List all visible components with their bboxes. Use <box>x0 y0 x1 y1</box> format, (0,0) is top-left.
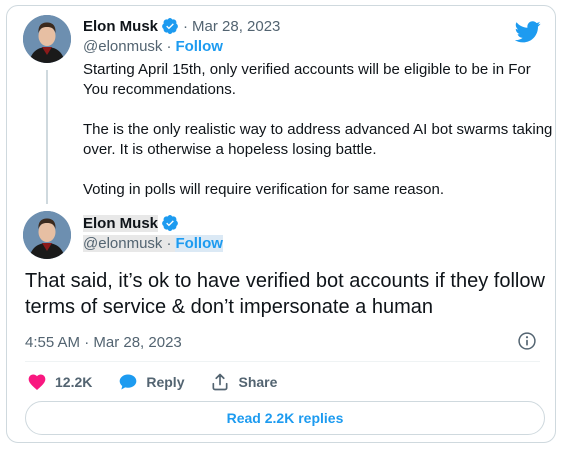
author-name[interactable]: Elon Musk <box>83 18 158 35</box>
author-handle[interactable]: @elonmusk <box>83 235 163 252</box>
quoted-date[interactable]: Mar 28, 2023 <box>192 18 280 35</box>
avatar-image <box>23 211 71 259</box>
main-handle-row: @elonmusk · Follow <box>83 235 223 252</box>
quoted-handle-row: @elonmusk · Follow <box>83 38 223 55</box>
quoted-author-row: Elon Musk · Mar 28, 2023 <box>83 17 280 35</box>
like-count: 12.2K <box>55 374 93 390</box>
avatar[interactable] <box>23 15 71 63</box>
follow-button[interactable]: Follow <box>175 38 223 55</box>
separator-dot: · <box>166 38 172 55</box>
reply-bubble-icon <box>120 374 137 390</box>
main-tweet-text: That said, it’s ok to have verified bot … <box>25 270 545 318</box>
read-replies-button[interactable]: Read 2.2K replies <box>25 401 545 435</box>
divider <box>25 361 540 362</box>
author-handle[interactable]: @elonmusk <box>83 38 162 55</box>
tweet-embed-card: Elon Musk · Mar 28, 2023 @elonmusk · Fol… <box>6 5 556 443</box>
twitter-bird-icon[interactable] <box>515 21 541 43</box>
main-author-row: Elon Musk <box>83 214 179 232</box>
follow-button[interactable]: Follow <box>175 235 223 252</box>
avatar-image <box>23 15 71 63</box>
reply-button[interactable]: Reply <box>118 372 184 392</box>
author-name[interactable]: Elon Musk <box>83 214 159 232</box>
verified-badge-icon <box>162 214 178 232</box>
like-button[interactable]: 12.2K <box>27 372 92 392</box>
separator-dot: · <box>183 17 189 35</box>
separator-dot: · <box>162 235 176 252</box>
quoted-tweet-text: Starting April 15th, only verified accou… <box>83 61 553 198</box>
reply-label: Reply <box>146 374 185 390</box>
share-label: Share <box>238 374 278 390</box>
tweet-timestamp[interactable]: 4:55 AM · Mar 28, 2023 <box>25 334 182 351</box>
share-button[interactable]: Share <box>210 372 277 392</box>
verified-badge-icon <box>162 17 178 35</box>
thread-connector-line <box>46 70 48 204</box>
share-icon <box>212 373 228 391</box>
info-icon[interactable] <box>517 331 537 351</box>
heart-icon <box>28 374 46 390</box>
action-bar: 12.2K Reply Share <box>27 366 303 398</box>
avatar[interactable] <box>23 211 71 259</box>
